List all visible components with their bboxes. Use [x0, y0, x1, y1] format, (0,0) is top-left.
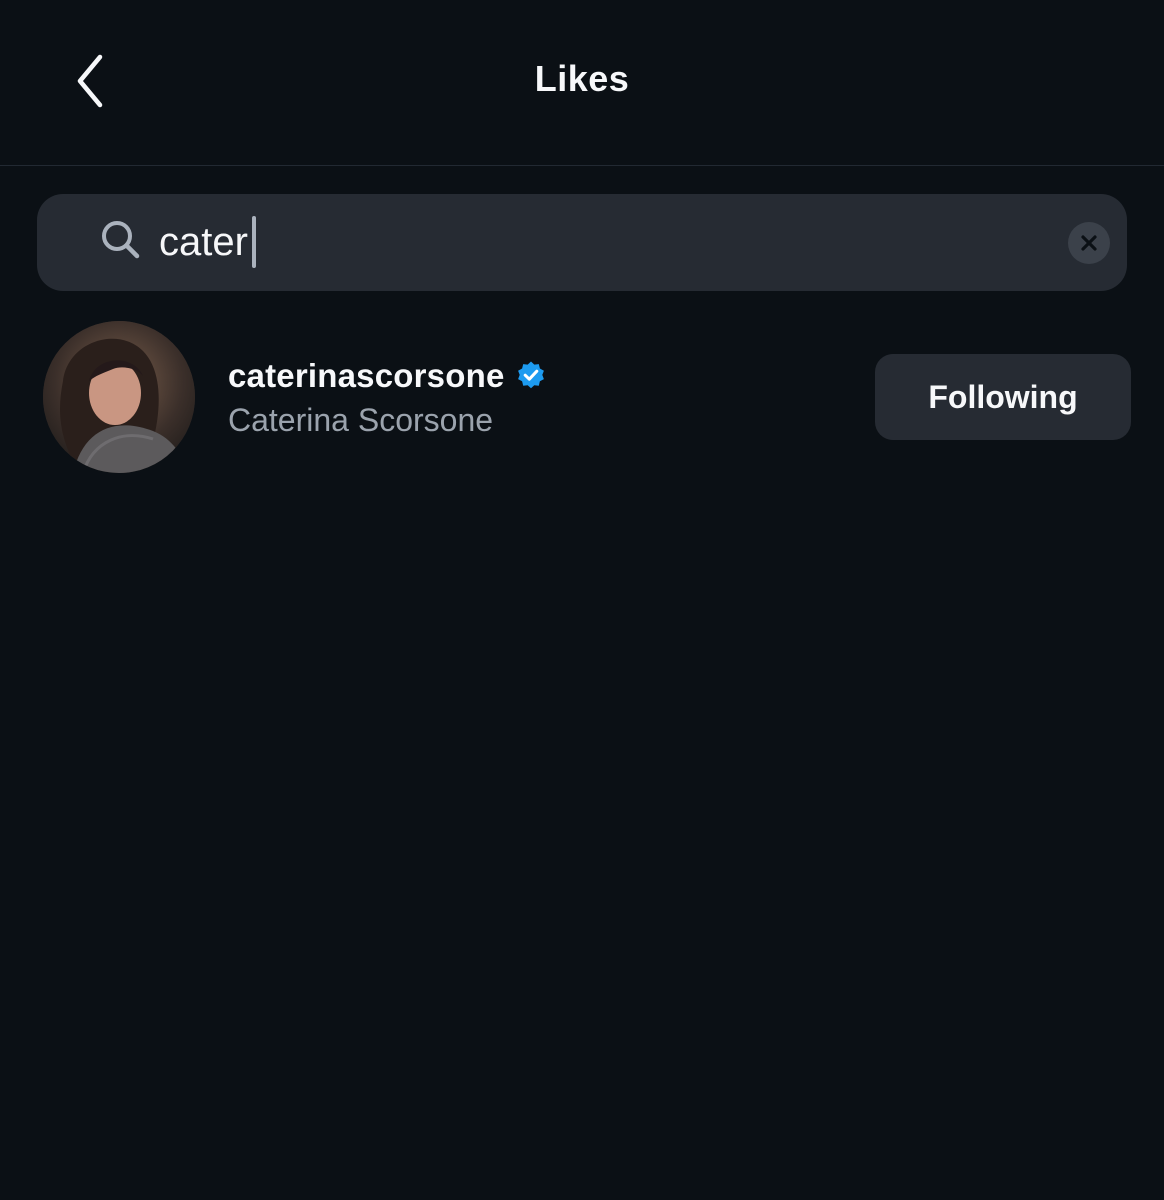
avatar[interactable]	[43, 321, 195, 473]
full-name: Caterina Scorsone	[228, 402, 494, 438]
header: Likes	[0, 0, 1164, 166]
profile-photo	[43, 321, 195, 473]
user-info[interactable]: caterinascorsone Caterina Scorsone	[228, 356, 828, 439]
page-title: Likes	[534, 58, 630, 99]
clear-search-button[interactable]	[1068, 222, 1110, 264]
username-line: caterinascorsone	[228, 356, 828, 396]
search-input[interactable]	[159, 214, 1059, 270]
likes-screen: Likes cater caterinascorsone Caterina Sc…	[0, 0, 1164, 1200]
close-icon	[1081, 235, 1097, 251]
search-bar[interactable]	[37, 194, 1127, 291]
username[interactable]: caterinascorsone	[228, 357, 505, 395]
verified-badge-icon	[515, 360, 547, 392]
search-icon	[102, 221, 140, 259]
list-item[interactable]: caterinascorsone Caterina Scorsone Follo…	[0, 318, 1164, 478]
text-cursor	[252, 216, 256, 268]
following-button[interactable]: Following	[875, 354, 1131, 440]
